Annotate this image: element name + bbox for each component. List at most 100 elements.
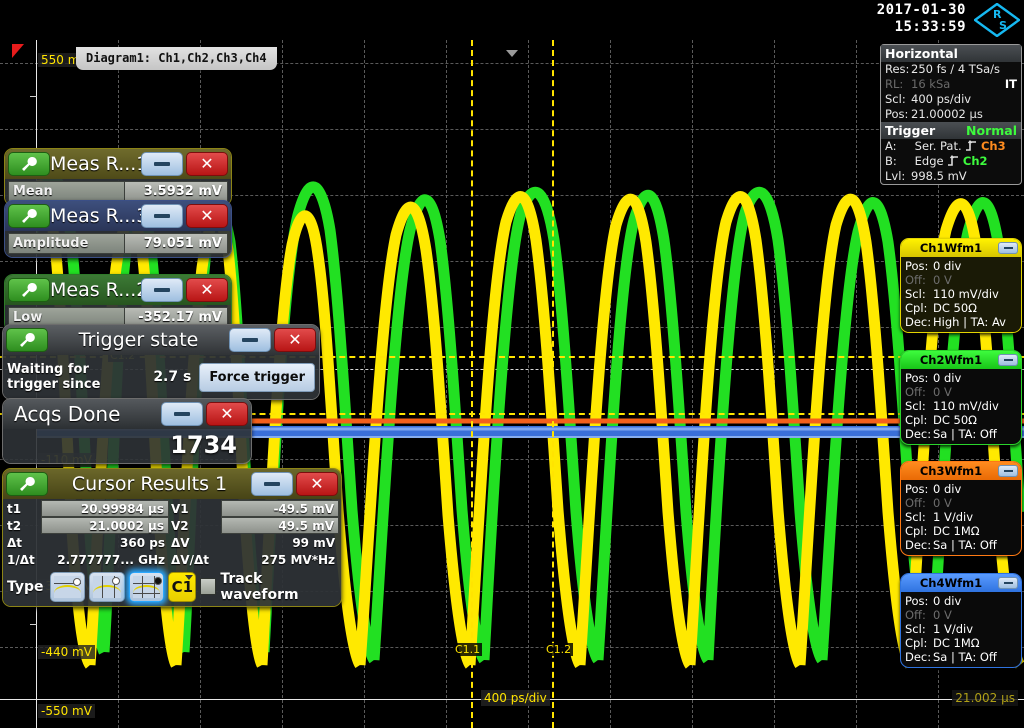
cursor-value: 275 MV*Hz: [221, 551, 339, 568]
measurement-window-3[interactable]: Meas R...3 ✕ Amplitude 79.051 mV: [4, 200, 232, 258]
settings-wrench-icon[interactable]: [8, 278, 50, 302]
measurement-name: Amplitude: [8, 233, 125, 254]
minimize-button[interactable]: [251, 472, 293, 496]
row-key: Off:: [905, 385, 933, 399]
force-trigger-button[interactable]: Force trigger: [199, 363, 315, 392]
cursor-line-c11[interactable]: [471, 40, 473, 728]
channel-row: Pos:0 div: [905, 482, 1018, 496]
acquisition-count: 1734: [3, 429, 251, 463]
channel-row: Pos:0 div: [905, 371, 1018, 385]
row-value: Sa | TA: Off: [933, 427, 997, 441]
close-button[interactable]: ✕: [186, 152, 228, 176]
close-button[interactable]: ✕: [186, 278, 228, 302]
row-key: Dec:: [905, 538, 933, 552]
row-key: Scl:: [905, 510, 933, 524]
channel-panel-ch4[interactable]: Ch4Wfm1 Pos:0 div Off:0 V Scl:1 V/div Cp…: [900, 573, 1022, 668]
horizontal-row: RL:16 kSaIT: [881, 77, 1021, 92]
minimize-button[interactable]: [998, 242, 1018, 254]
channel-panel-ch3[interactable]: Ch3Wfm1 Pos:0 div Off:0 V Scl:1 V/div Cp…: [900, 461, 1022, 556]
row-value: High | TA: Av: [933, 315, 1006, 329]
row-value: DC 50Ω: [933, 301, 977, 315]
cursor-type-horizontal-button[interactable]: [50, 572, 86, 602]
v-scale-label: -440 mV: [38, 645, 95, 659]
cursor-type-cross-button[interactable]: [129, 572, 165, 602]
minimize-button[interactable]: [141, 152, 183, 176]
minimize-button[interactable]: [161, 402, 203, 426]
cursor-type-vertical-button[interactable]: [89, 572, 125, 602]
row-value: 998.5 mV: [911, 169, 967, 183]
channel-header: Ch4Wfm1: [901, 574, 1021, 592]
cursor-results-window[interactable]: Cursor Results 1 ✕ t1 20.99984 µs V1 -49…: [2, 468, 342, 607]
close-button[interactable]: ✕: [296, 472, 338, 496]
measurement-window-1[interactable]: Meas R...1 ✕ Mean 3.5932 mV: [4, 148, 232, 206]
cursor-value: 360 ps: [41, 534, 169, 551]
minimize-button[interactable]: [998, 354, 1018, 366]
channel-title: Ch3Wfm1: [904, 464, 998, 478]
trigger-row-a: A: Ser. Pat. Ch3: [881, 139, 1021, 154]
minimize-button[interactable]: [141, 204, 183, 228]
row-key: Off:: [905, 608, 933, 622]
timebase-label: 400 ps/div: [481, 690, 550, 706]
channel-row: Dec:Sa | TA: Off: [905, 650, 1018, 664]
minimize-button[interactable]: [229, 328, 271, 352]
row-value: 1 V/div: [933, 622, 973, 636]
trigger-state-window[interactable]: Trigger state ✕ Waiting for trigger sinc…: [2, 324, 320, 400]
trigger-elapsed-time: 2.7 s: [139, 369, 199, 385]
row-key: Cpl:: [905, 524, 933, 538]
window-titlebar: Cursor Results 1 ✕: [3, 469, 341, 499]
channel-row: Off:0 V: [905, 496, 1018, 510]
trigger-waiting-text: Waiting for trigger since: [7, 362, 139, 392]
settings-wrench-icon[interactable]: [6, 472, 48, 496]
settings-wrench-icon[interactable]: [8, 152, 50, 176]
window-titlebar: Acqs Done ✕: [3, 399, 251, 429]
trigger-section-header: Trigger Normal: [881, 122, 1021, 139]
row-key: Cpl:: [905, 413, 933, 427]
minimize-button[interactable]: [998, 577, 1018, 589]
row-value: 110 mV/div: [933, 287, 999, 301]
channel-row: Dec:High | TA: Av: [905, 315, 1018, 329]
cursor-source-select[interactable]: C1: [168, 572, 196, 602]
row-key: RL:: [885, 77, 911, 92]
measurement-name: Mean: [8, 181, 125, 202]
row-key: Dec:: [905, 315, 933, 329]
channel-row: Pos:0 div: [905, 259, 1018, 273]
trigger-level-row: Lvl:998.5 mV: [881, 169, 1021, 184]
row-value: DC 50Ω: [933, 413, 977, 427]
diagram-tab[interactable]: Diagram1: Ch1,Ch2,Ch3,Ch4: [76, 47, 277, 70]
horizontal-trigger-info-box[interactable]: Horizontal Res:250 fs / 4 TSa/s RL:16 kS…: [880, 44, 1022, 185]
cursor-key: 1/Δt: [5, 551, 41, 568]
trigger-mode: Normal: [966, 123, 1017, 138]
window-titlebar: Meas R...3 ✕: [5, 201, 231, 231]
settings-wrench-icon[interactable]: [8, 204, 50, 228]
cursor-key: V2: [169, 517, 221, 534]
cursor-source-label: C1: [172, 578, 193, 596]
channel-row: Off:0 V: [905, 608, 1018, 622]
close-button[interactable]: ✕: [274, 328, 316, 352]
channel-row: Dec:Sa | TA: Off: [905, 538, 1018, 552]
measurement-value: 79.051 mV: [125, 233, 228, 254]
close-button[interactable]: ✕: [186, 204, 228, 228]
top-status-bar: 2017-01-30 15:33:59 R S: [0, 0, 1024, 40]
channel-panel-ch2[interactable]: Ch2Wfm1 Pos:0 div Off:0 V Scl:110 mV/div…: [900, 350, 1022, 445]
channel-row: Dec:Sa | TA: Off: [905, 427, 1018, 441]
row-value: 0 V: [933, 273, 952, 287]
row-key: Scl:: [905, 287, 933, 301]
cursor-line-c12[interactable]: [552, 40, 554, 728]
channel-row: Cpl:DC 1MΩ: [905, 524, 1018, 538]
row-value: Sa | TA: Off: [933, 650, 997, 664]
acquisitions-done-window[interactable]: Acqs Done ✕ 1734: [2, 398, 252, 464]
chevron-down-icon[interactable]: [506, 50, 518, 57]
horizontal-title: Horizontal: [885, 46, 958, 61]
minimize-button[interactable]: [141, 278, 183, 302]
cursor-key: ΔV: [169, 534, 221, 551]
close-button[interactable]: ✕: [206, 402, 248, 426]
window-body: Amplitude 79.051 mV: [5, 231, 231, 257]
row-key: Pos:: [905, 259, 933, 273]
cursor-type-label: Type: [7, 579, 46, 595]
minimize-button[interactable]: [998, 465, 1018, 477]
track-waveform-checkbox[interactable]: [200, 578, 216, 595]
channel-title: Ch4Wfm1: [904, 576, 998, 590]
settings-wrench-icon[interactable]: [6, 328, 48, 352]
channel-panel-ch1[interactable]: Ch1Wfm1 Pos:0 div Off:0 V Scl:110 mV/div…: [900, 238, 1022, 333]
waveform-diagram[interactable]: C1.1 C1.2 C1.2 C1.1 550 mV 330 mV 110 mV…: [0, 40, 1024, 728]
